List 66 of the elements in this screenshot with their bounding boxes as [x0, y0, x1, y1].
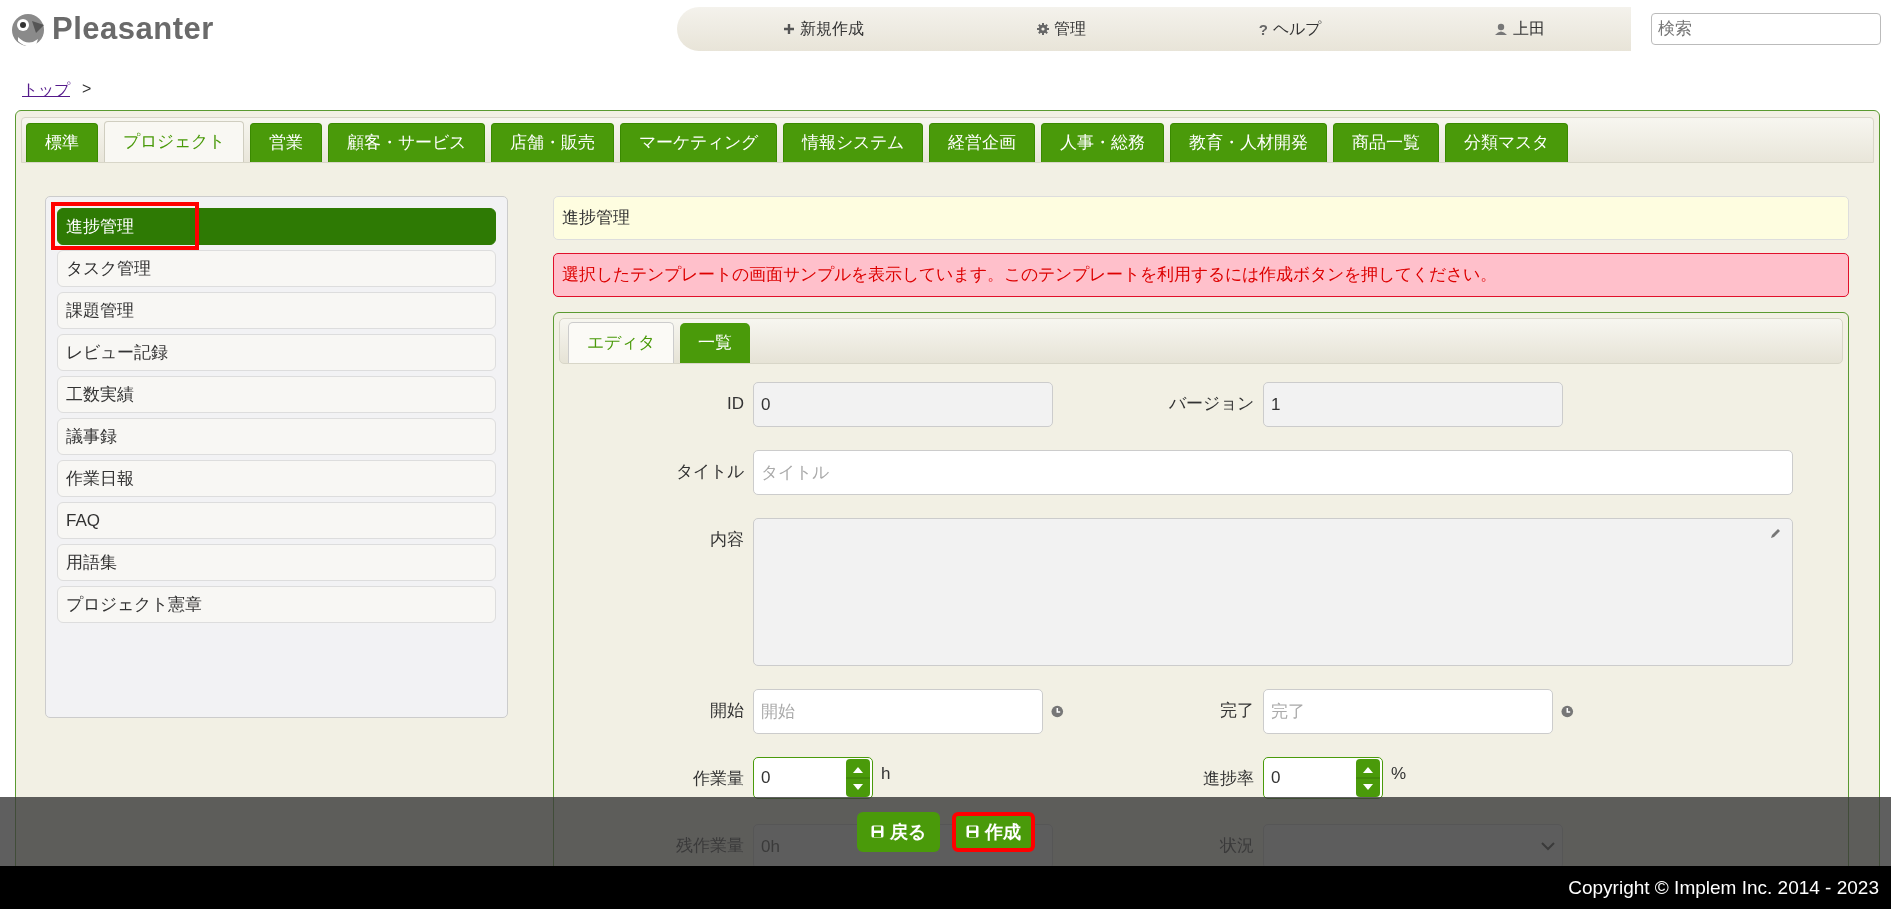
tab[interactable]: 人事・総務	[1041, 123, 1164, 162]
clock-icon	[1561, 705, 1574, 718]
sidebar-item[interactable]: 課題管理	[57, 292, 496, 329]
tab[interactable]: 情報システム	[783, 123, 923, 162]
pencil-icon	[1769, 527, 1782, 540]
user-icon	[1493, 23, 1508, 35]
sidebar-item[interactable]: 議事録	[57, 418, 496, 455]
input-field[interactable]: タイトル	[753, 450, 1793, 495]
tab[interactable]: 営業	[250, 123, 322, 162]
tab[interactable]: 一覧	[680, 323, 750, 363]
spinner-icon	[1356, 759, 1380, 797]
tab[interactable]: 経営企画	[929, 123, 1035, 162]
tab[interactable]: 分類マスタ	[1445, 123, 1568, 162]
tab[interactable]: 顧客・サービス	[328, 123, 485, 162]
title-box: 進捗管理	[553, 196, 1849, 240]
unit-label: %	[1391, 763, 1407, 785]
text-area[interactable]	[753, 518, 1793, 666]
nav-link[interactable]: 管理	[1037, 18, 1087, 40]
input-field[interactable]: 開始	[753, 689, 1044, 734]
breadcrumb-separator: >	[82, 80, 92, 99]
field-label: 進捗率	[1202, 768, 1255, 790]
input-field[interactable]: 1	[1263, 382, 1563, 427]
sidebar-item[interactable]: 工数実績	[57, 376, 496, 413]
search-field[interactable]: 検索	[1651, 13, 1881, 45]
input-field[interactable]: 完了	[1263, 689, 1554, 734]
command-button[interactable]: 戻る	[856, 811, 940, 852]
input-field[interactable]: 0	[753, 382, 1053, 427]
save-icon	[870, 825, 884, 838]
plus-icon	[783, 23, 796, 35]
sidebar-item[interactable]: 作業日報	[57, 460, 496, 497]
field-label: 開始	[709, 700, 745, 722]
sidebar-item[interactable]: レビュー記録	[57, 334, 496, 371]
field-label: ID	[726, 393, 745, 415]
number-field[interactable]: 0	[753, 757, 873, 799]
sidebar-item[interactable]: 進捗管理	[57, 208, 496, 245]
number-field[interactable]: 0	[1263, 757, 1383, 799]
sidebar-item[interactable]: 用語集	[57, 544, 496, 581]
gear-icon	[1037, 23, 1050, 35]
field-label: 内容	[709, 529, 745, 551]
command-button[interactable]: 作成	[951, 811, 1035, 852]
sidebar-item[interactable]: FAQ	[57, 502, 496, 539]
field-label: 完了	[1219, 700, 1255, 722]
logo-text: Pleasanter	[52, 11, 214, 47]
help-icon: ?	[1258, 20, 1268, 38]
nav-link[interactable]: 上田	[1493, 18, 1545, 40]
sidebar-item[interactable]: プロジェクト憲章	[57, 586, 496, 623]
spinner-icon	[846, 759, 870, 797]
clock-icon	[1051, 705, 1064, 718]
tab[interactable]: 商品一覧	[1333, 123, 1439, 162]
tab[interactable]: マーケティング	[620, 123, 777, 162]
tab[interactable]: 教育・人材開発	[1170, 123, 1327, 162]
field-label: タイトル	[675, 461, 745, 483]
field-label: バージョン	[1168, 393, 1255, 415]
tab[interactable]: エディタ	[568, 322, 674, 363]
copyright-text: Copyright © Implem Inc. 2014 - 2023	[1568, 876, 1879, 899]
alert-message: 選択したテンプレートの画面サンプルを表示しています。このテンプレートを利用するには作成ボタンを押してください。	[553, 253, 1849, 297]
field-label: 作業量	[692, 768, 745, 790]
nav-link[interactable]: ? ヘルプ	[1258, 18, 1321, 40]
unit-label: h	[881, 763, 891, 785]
breadcrumb-link[interactable]: トップ	[22, 80, 70, 110]
sidebar-item[interactable]: タスク管理	[57, 250, 496, 287]
save-icon	[965, 825, 979, 838]
bird-logo-icon	[10, 11, 46, 47]
nav-link[interactable]: 新規作成	[783, 18, 865, 40]
tab[interactable]: 店舗・販売	[491, 123, 614, 162]
tab[interactable]: 標準	[26, 123, 98, 162]
